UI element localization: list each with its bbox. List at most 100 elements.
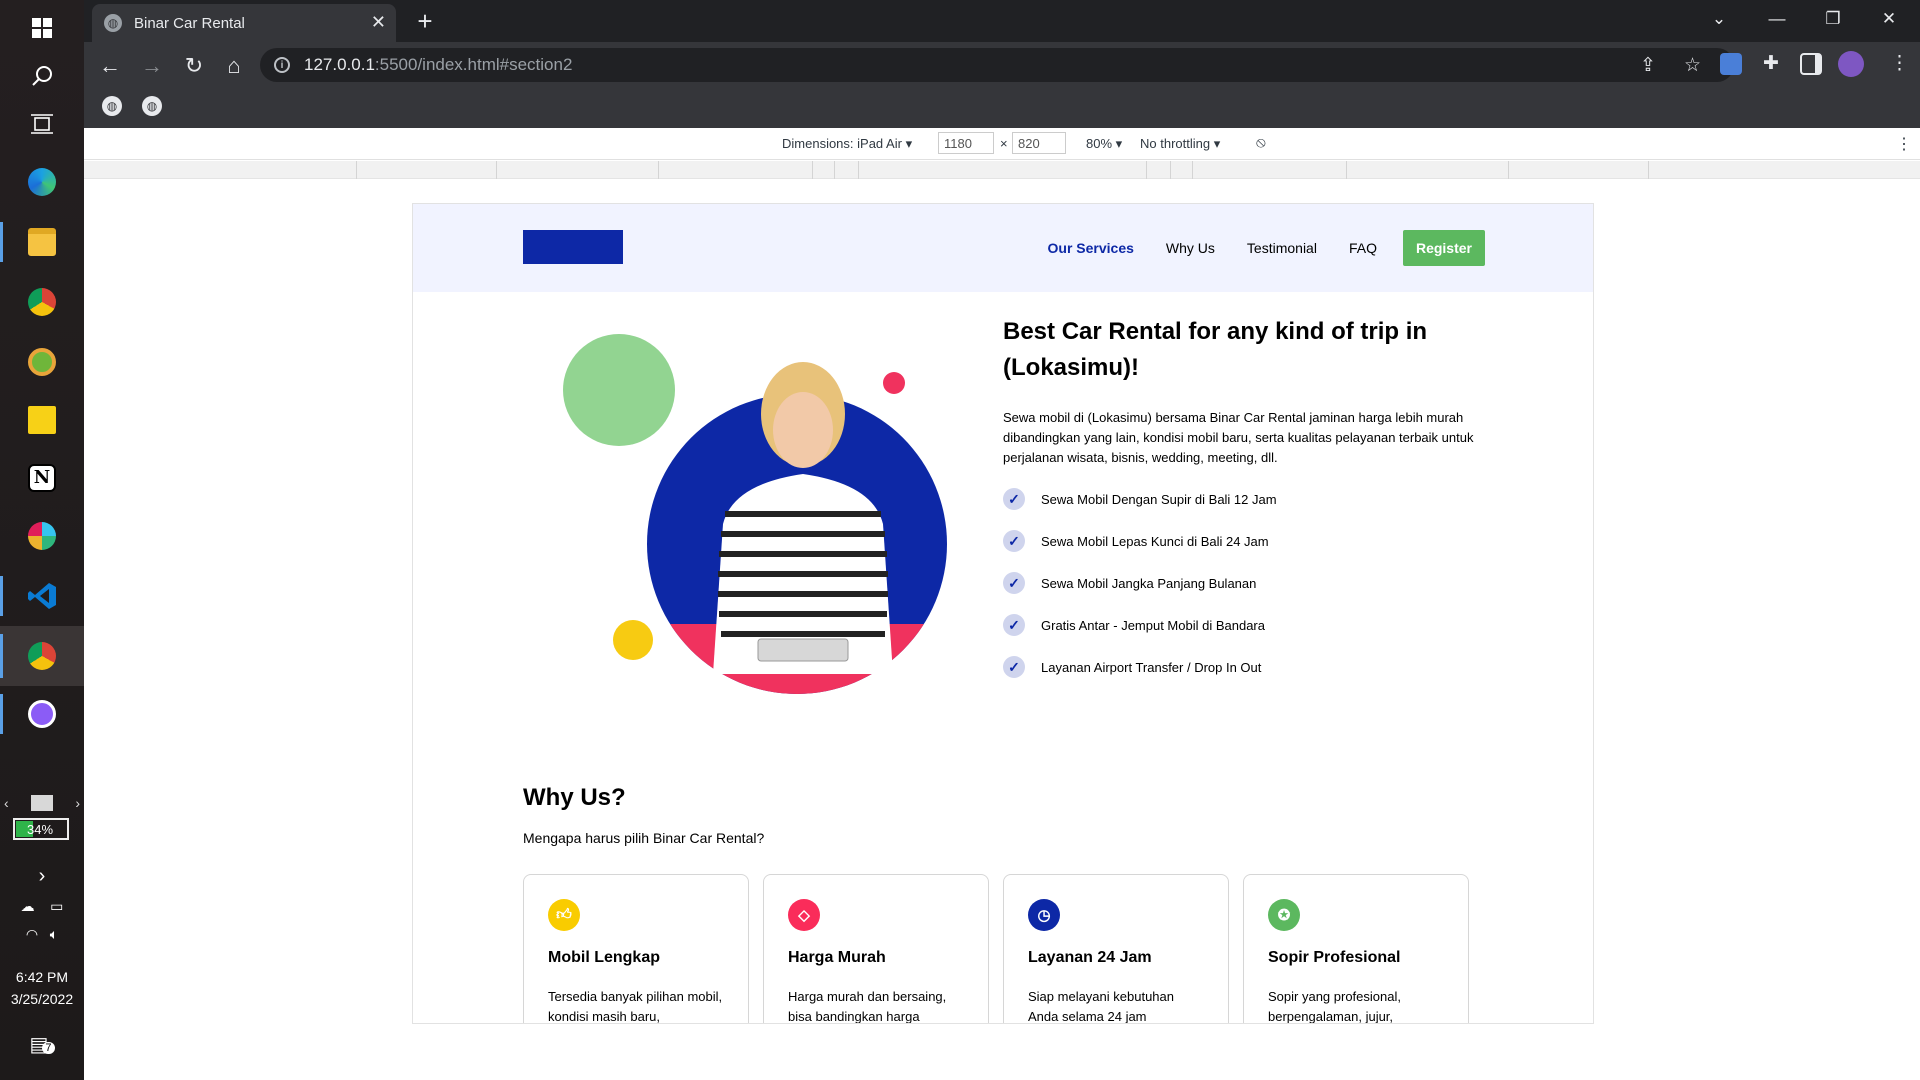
address-bar[interactable]: i 127.0.0.1:5500/index.html#section2 ⇪ ☆ xyxy=(260,48,1734,82)
minimize-button[interactable]: — xyxy=(1754,4,1800,34)
browser-tab[interactable]: ◍ Binar Car Rental ✕ xyxy=(92,4,396,42)
ruler-mark xyxy=(1192,161,1193,179)
feature-text: Gratis Antar - Jemput Mobil di Bandara xyxy=(1041,617,1265,633)
forward-arrow-icon[interactable]: → xyxy=(136,50,168,82)
taskbar-overflow-scroller[interactable]: ‹ › xyxy=(0,793,84,813)
globe-icon: ◍ xyxy=(104,14,122,32)
why-us-subtitle: Mengapa harus pilih Binar Car Rental? xyxy=(523,830,765,846)
feature-text: Layanan Airport Transfer / Drop In Out xyxy=(1041,659,1262,675)
chevron-left-icon[interactable]: ‹ xyxy=(4,795,9,811)
rotate-icon[interactable]: ⦸ xyxy=(1256,134,1266,151)
new-tab-button[interactable]: + xyxy=(410,6,440,36)
battery-icon[interactable]: ▭ xyxy=(50,898,63,914)
taskbar-chrome[interactable] xyxy=(0,274,84,330)
bookmark-globe-icon-2[interactable]: ◍ xyxy=(142,96,162,116)
check-icon: ✓ xyxy=(1003,530,1025,552)
page-viewport: Dimensions: iPad Air ▾ 1180 × 820 80% ▾ … xyxy=(84,128,1920,1080)
taskbar-slack[interactable] xyxy=(0,508,84,564)
task-view-button[interactable] xyxy=(0,96,84,152)
volume-icon[interactable]: 🔈︎ xyxy=(50,926,58,942)
nav-our-services[interactable]: Our Services xyxy=(1048,240,1134,256)
taskbar-sticky-notes[interactable] xyxy=(0,392,84,448)
taskbar-scroll-thumb[interactable] xyxy=(31,795,53,811)
profile-avatar[interactable] xyxy=(1838,51,1864,77)
device-width-input[interactable]: 1180 xyxy=(938,132,994,154)
hero-title: Best Car Rental for any kind of trip in … xyxy=(1003,318,1428,381)
bookmark-globe-icon[interactable]: ◍ xyxy=(102,96,122,116)
taskbar-github-desktop[interactable] xyxy=(0,686,84,742)
feature-list: ✓ Sewa Mobil Dengan Supir di Bali 12 Jam … xyxy=(1003,478,1483,688)
register-button[interactable]: Register xyxy=(1402,230,1485,266)
nav-why-us[interactable]: Why Us xyxy=(1166,240,1215,256)
tray-icons[interactable]: ☁ ▭ xyxy=(0,898,84,915)
side-panel-icon[interactable] xyxy=(1800,53,1822,75)
chrome-icon xyxy=(28,288,56,316)
zoom-dropdown[interactable]: 80% ▾ xyxy=(1086,136,1122,152)
browser-toolbar: ← → ↻ ⌂ i 127.0.0.1:5500/index.html#sect… xyxy=(84,42,1920,88)
taskbar-edge[interactable] xyxy=(0,154,84,210)
notification-center-button[interactable]: ▤7 xyxy=(0,1032,84,1057)
show-hidden-icons-chevron[interactable]: › xyxy=(0,865,84,888)
throttling-dropdown[interactable]: No throttling ▾ xyxy=(1140,136,1220,152)
task-view-icon xyxy=(31,114,53,134)
translate-extension-icon[interactable] xyxy=(1720,53,1742,75)
tray-icons-row2[interactable]: ◠ 🔈︎ xyxy=(0,926,84,943)
extensions-puzzle-icon[interactable]: ✚ xyxy=(1760,53,1782,75)
dimension-separator: × xyxy=(1000,136,1008,151)
chevron-right-icon[interactable]: › xyxy=(75,795,80,811)
chrome-window: ◍ Binar Car Rental ✕ + ⌄ — ❐ ✕ ← → ↻ ⌂ i… xyxy=(84,0,1920,1080)
taskbar-notion[interactable]: N xyxy=(0,450,84,506)
clock-date[interactable]: 3/25/2022 xyxy=(0,991,84,1007)
list-item: ✓ Layanan Airport Transfer / Drop In Out xyxy=(1003,646,1483,688)
nav-faq[interactable]: FAQ xyxy=(1349,240,1377,256)
device-dimensions-dropdown[interactable]: Dimensions: iPad Air ▾ xyxy=(782,136,912,152)
back-arrow-icon[interactable]: ← xyxy=(94,50,126,82)
card-text: Siap melayani kebutuhan Anda selama 24 j… xyxy=(1028,989,1174,1024)
media-query-ruler[interactable] xyxy=(84,161,1920,179)
wifi-icon[interactable]: ◠ xyxy=(26,926,38,942)
taskbar-file-explorer[interactable] xyxy=(0,214,84,270)
search-icon xyxy=(32,66,52,86)
site-info-icon[interactable]: i xyxy=(274,57,290,73)
share-icon[interactable]: ⇪ xyxy=(1640,54,1656,77)
tab-search-chevron-icon[interactable]: ⌄ xyxy=(1696,4,1742,34)
battery-indicator[interactable]: 34% xyxy=(13,818,69,840)
card-title: Sopir Profesional xyxy=(1268,949,1401,966)
clock-time[interactable]: 6:42 PM xyxy=(0,969,84,985)
onedrive-cloud-icon[interactable]: ☁ xyxy=(21,898,35,914)
taskbar-vscode[interactable] xyxy=(0,568,84,624)
edge-icon xyxy=(28,168,56,196)
device-height-input[interactable]: 820 xyxy=(1012,132,1066,154)
device-toolbar: Dimensions: iPad Air ▾ 1180 × 820 80% ▾ … xyxy=(84,128,1920,160)
url-path: :5500/index.html#section2 xyxy=(374,55,573,74)
windows-taskbar: N ‹ › 34% › ☁ ▭ ◠ 🔈︎ 6:42 PM 3/25/2022 ▤… xyxy=(0,0,84,1080)
notification-count: 7 xyxy=(42,1042,55,1054)
why-us-title: Why Us? xyxy=(523,784,626,811)
hero-illustration xyxy=(563,334,983,694)
why-us-section: Why Us? Mengapa harus pilih Binar Car Re… xyxy=(523,784,1483,1023)
notion-icon: N xyxy=(28,464,56,492)
vscode-icon xyxy=(28,583,56,609)
dimensions-label: Dimensions: iPad Air xyxy=(782,136,902,151)
price-tag-icon: ◇ xyxy=(788,899,820,931)
bookmark-star-icon[interactable]: ☆ xyxy=(1684,54,1701,77)
reload-icon[interactable]: ↻ xyxy=(178,50,210,82)
nav-testimonial[interactable]: Testimonial xyxy=(1247,240,1317,256)
file-explorer-icon xyxy=(28,228,56,256)
device-toolbar-menu-icon[interactable]: ⋮ xyxy=(1896,134,1912,154)
list-item: ✓ Sewa Mobil Jangka Panjang Bulanan xyxy=(1003,562,1483,604)
restore-button[interactable]: ❐ xyxy=(1810,4,1856,34)
battery-percent: 34% xyxy=(27,821,54,837)
card-text: Harga murah dan bersaing, bisa bandingka… xyxy=(788,989,947,1024)
close-tab-icon[interactable]: ✕ xyxy=(371,12,386,33)
url-host: 127.0.0.1 xyxy=(304,55,375,74)
chrome-active-icon xyxy=(28,642,56,670)
taskbar-chrome-active[interactable] xyxy=(0,626,84,686)
home-icon[interactable]: ⌂ xyxy=(218,50,250,82)
close-window-button[interactable]: ✕ xyxy=(1866,4,1912,34)
site-logo[interactable] xyxy=(523,230,623,264)
taskbar-app-chameleon[interactable] xyxy=(0,334,84,390)
chrome-menu-icon[interactable]: ⋮ xyxy=(1890,52,1909,75)
ruler-mark xyxy=(1170,161,1171,179)
why-us-cards: 👍︎ Mobil Lengkap Tersedia banyak pilihan… xyxy=(523,874,1483,1024)
